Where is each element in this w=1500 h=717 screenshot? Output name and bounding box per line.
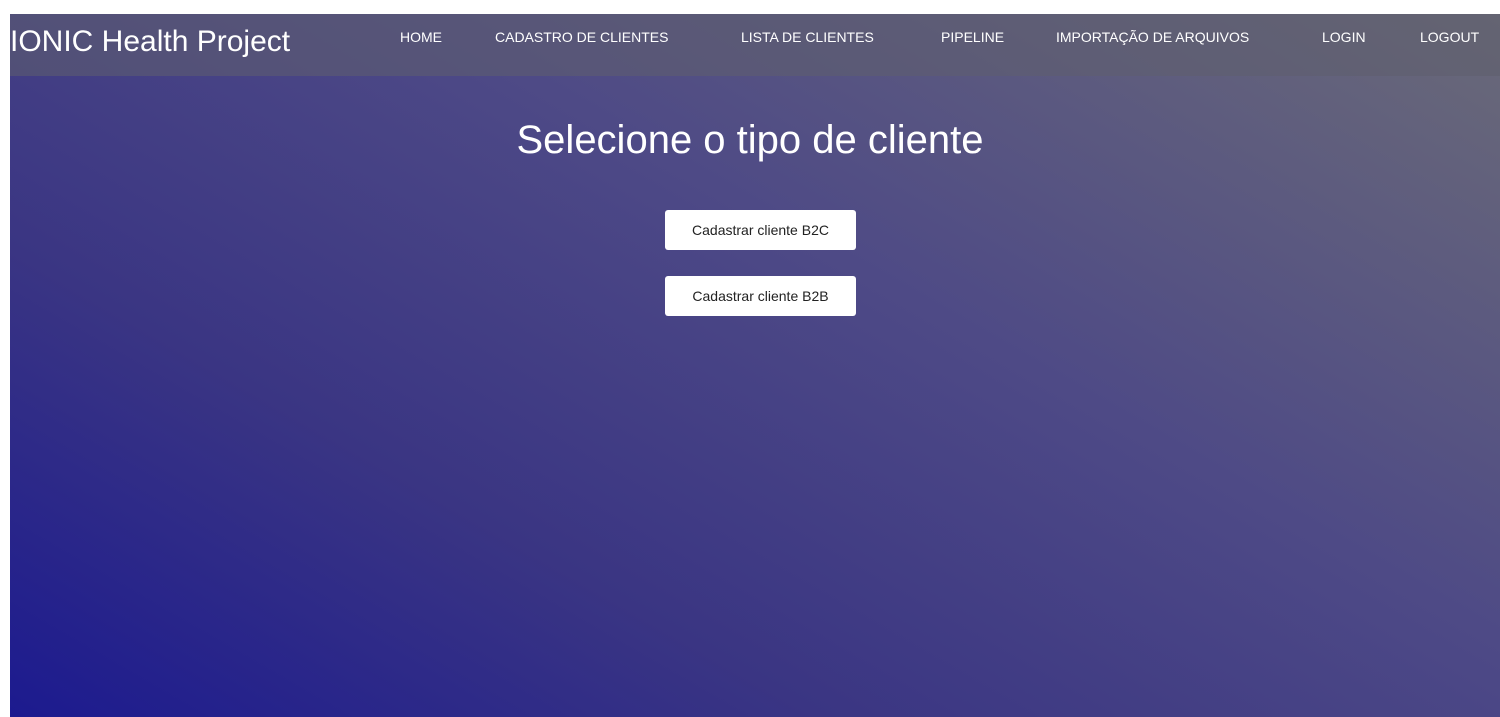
nav-item-home[interactable]: HOME — [400, 29, 442, 45]
nav-item-cadastro-de-clientes[interactable]: CADASTRO DE CLIENTES — [495, 29, 668, 45]
nav-item-lista-de-clientes[interactable]: LISTA DE CLIENTES — [741, 29, 874, 45]
page-title: Selecione o tipo de cliente — [516, 118, 984, 162]
nav-item-importacao-de-arquivos[interactable]: IMPORTAÇÃO DE ARQUIVOS — [1056, 29, 1249, 45]
top-navbar: IONIC Health Project HOME CADASTRO DE CL… — [10, 14, 1500, 76]
nav-item-pipeline[interactable]: PIPELINE — [941, 29, 1004, 45]
nav-item-logout[interactable]: LOGOUT — [1420, 29, 1479, 45]
nav-item-login[interactable]: LOGIN — [1322, 29, 1366, 45]
brand-title[interactable]: IONIC Health Project — [10, 25, 290, 59]
register-b2b-client-button[interactable]: Cadastrar cliente B2B — [665, 276, 856, 316]
register-b2c-client-button[interactable]: Cadastrar cliente B2C — [665, 210, 856, 250]
